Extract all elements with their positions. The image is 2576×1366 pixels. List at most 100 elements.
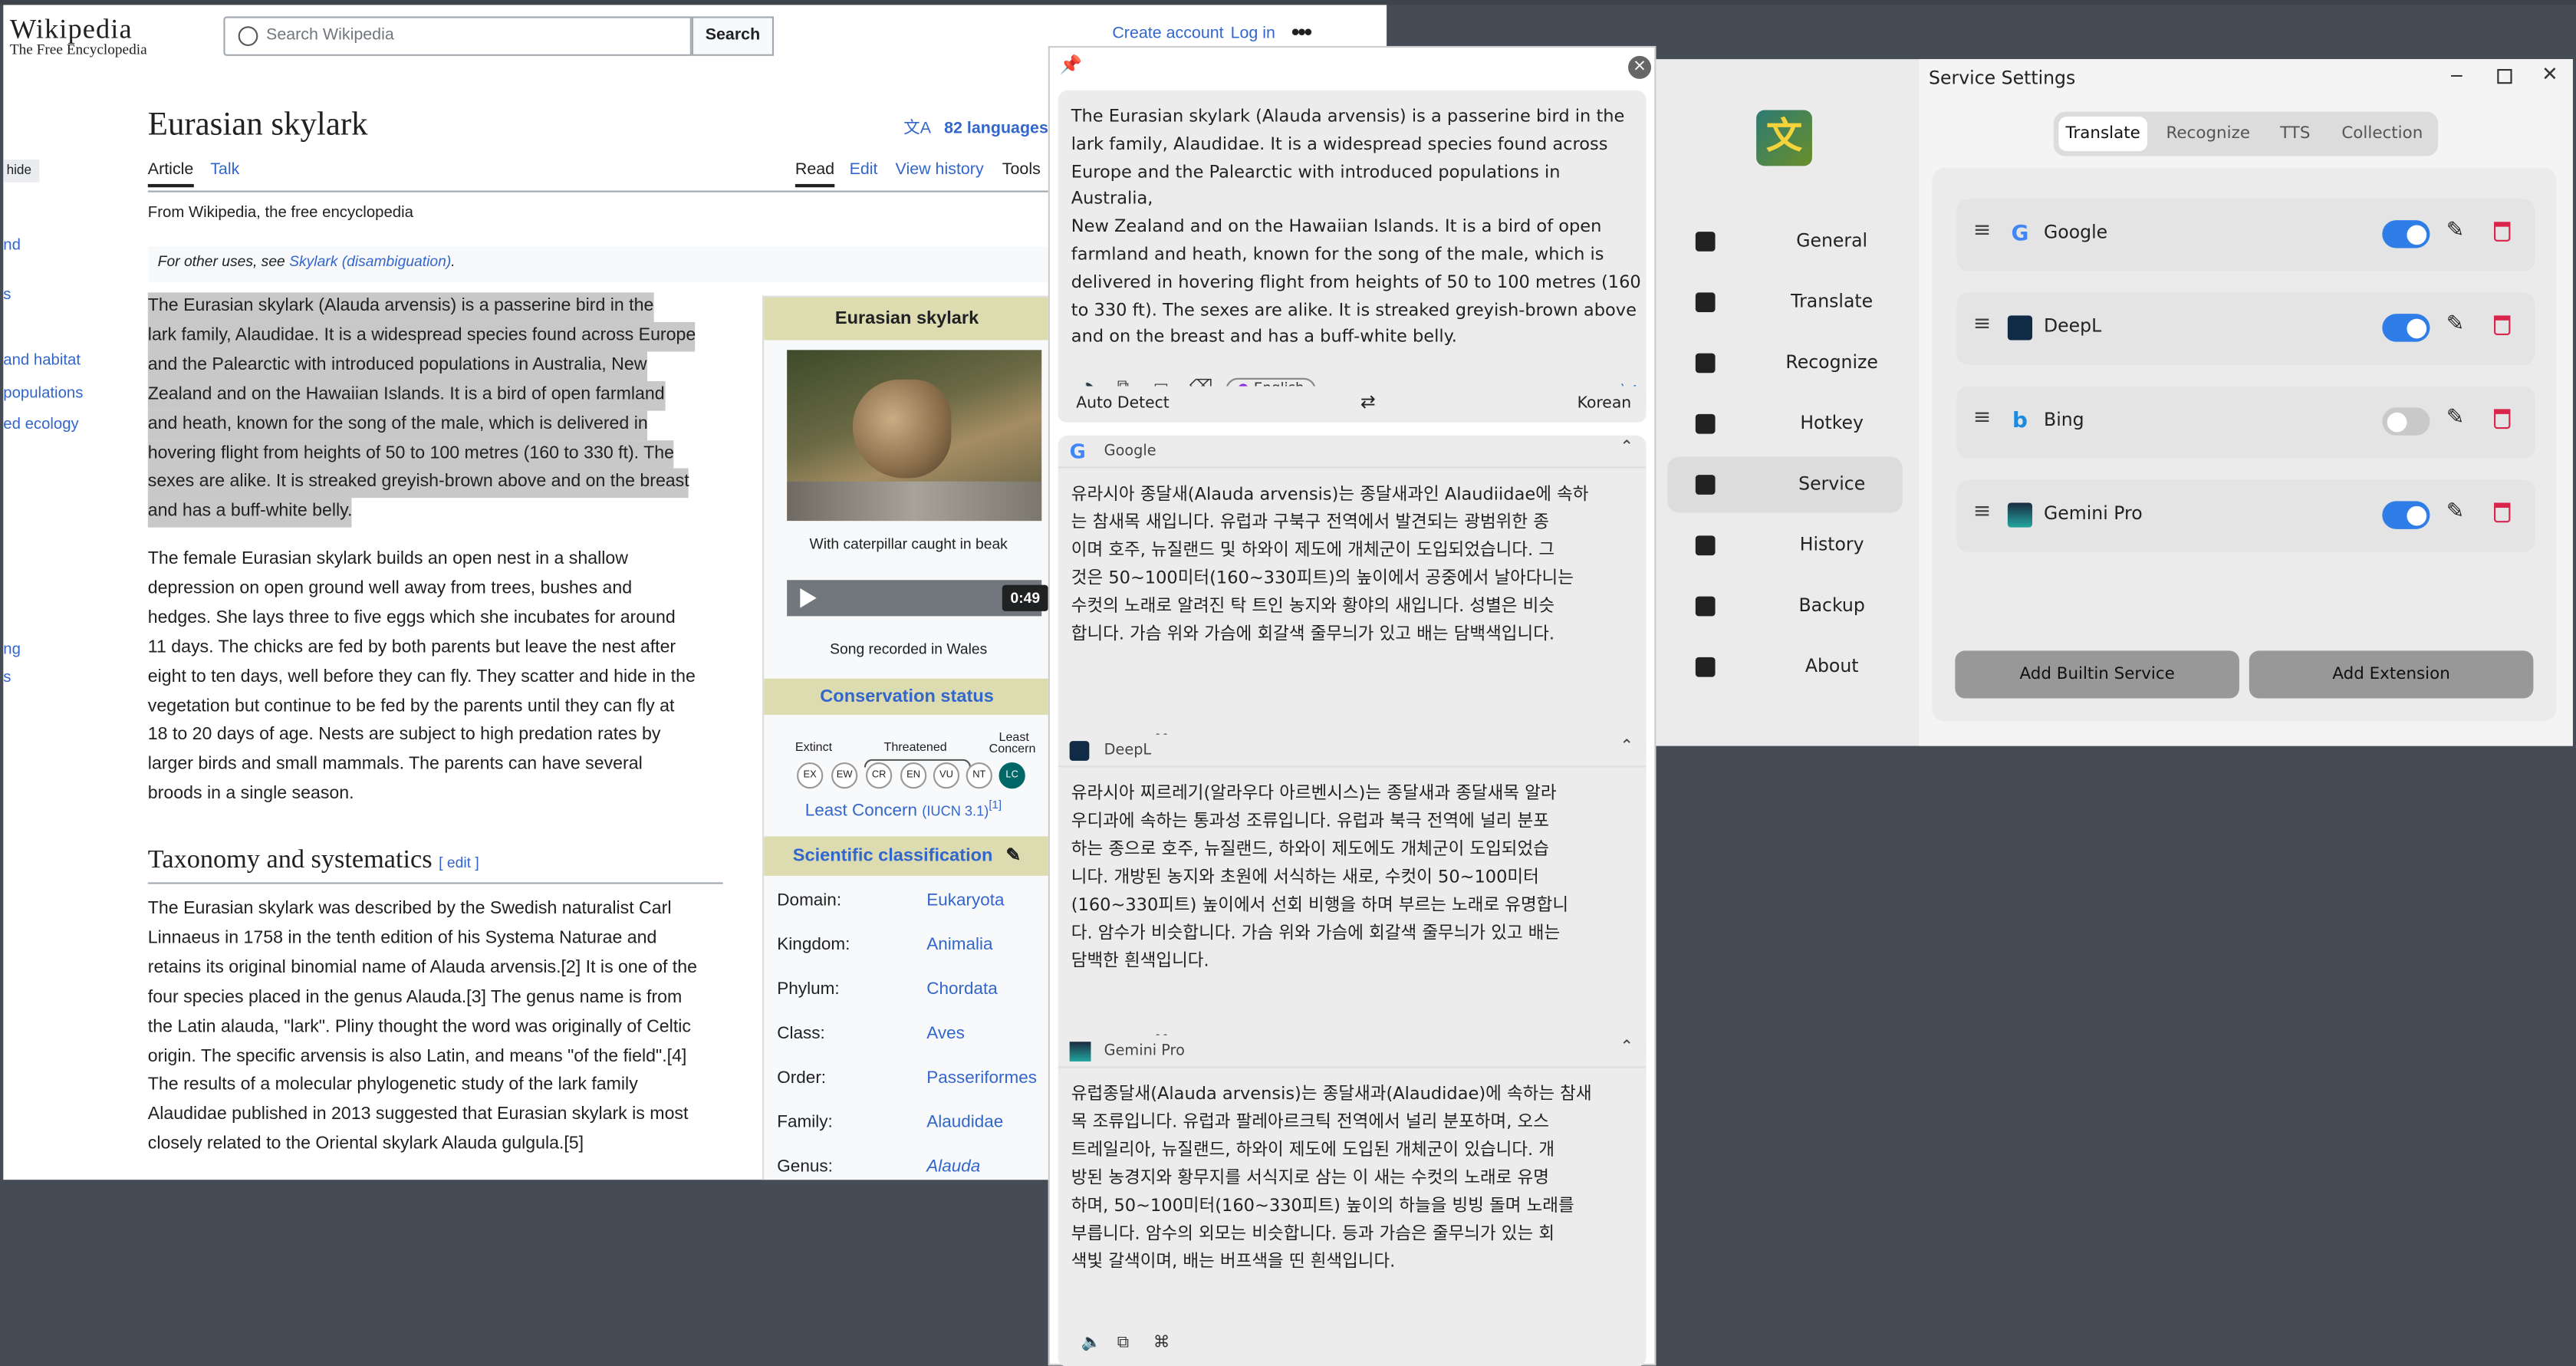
taxon-link[interactable]: Aves [926,1024,965,1044]
service-toggle[interactable] [2382,501,2430,529]
swap-icon[interactable]: ⇄ [1360,391,1376,413]
scientific-classification-header[interactable]: Scientific classification ✎ [764,836,1050,876]
sidebar-item-backup[interactable]: Backup [1667,578,1902,634]
target-language-select[interactable]: Korean [1578,394,1632,413]
status-nt[interactable]: NT [966,762,992,789]
tab-collection[interactable]: Collection [2333,117,2432,151]
service-toggle[interactable] [2382,407,2430,436]
taxon-link[interactable]: Chordata [926,979,998,999]
sidebar-item-translate[interactable]: Translate [1667,275,1902,331]
collapse-icon[interactable]: ⌃ [1620,738,1633,756]
delete-icon[interactable] [2494,222,2511,242]
status-text[interactable]: Least Concern (IUCN 3.1)[1] [805,800,1002,821]
tab-article[interactable]: Article [147,161,194,188]
edit-icon[interactable]: ✎ [2446,499,2464,524]
more-icon[interactable]: ••• [1291,18,1312,44]
collapse-icon[interactable]: ⌃ [1620,439,1633,457]
create-account-link[interactable]: Create account [1112,25,1223,43]
toc-item[interactable]: nd [3,236,21,255]
maximize-icon[interactable] [2497,68,2512,84]
paragraph-line: The results of a molecular phylogenetic … [147,1075,638,1095]
toc-item[interactable]: ed ecology [3,416,78,434]
collapse-icon[interactable]: ⌃ [1620,1038,1633,1057]
add-builtin-service-button[interactable]: Add Builtin Service [1955,650,2239,699]
toc-item[interactable]: populations [3,384,83,403]
drag-handle-icon[interactable]: ≡ [1973,219,1991,243]
delete-icon[interactable] [2494,315,2511,336]
tab-talk[interactable]: Talk [210,161,239,179]
toc-item[interactable]: s [3,286,11,304]
close-window-icon[interactable]: ✕ [2541,62,2558,85]
google-translation[interactable]: 유라시아 종달새(Alauda arvensis)는 종달새과인 Alaudii… [1071,482,1647,650]
insert-icon[interactable]: ⌘ [1153,1335,1170,1353]
paragraph-line: hovering flight from heights of 50 to 10… [147,439,674,469]
source-text[interactable]: The Eurasian skylark (Alauda arvensis) i… [1071,104,1643,352]
skylark-image[interactable] [787,350,1042,522]
disambiguation-link[interactable]: Skylark (disambiguation) [289,253,451,269]
taxon-link[interactable]: Animalia [926,935,992,955]
toc-item[interactable]: and habitat [3,351,81,370]
search-input[interactable]: Search Wikipedia [223,16,692,56]
status-ex[interactable]: EX [797,762,824,789]
toc-item[interactable]: ng [3,640,21,659]
sidebar-item-label: About [1805,655,1859,677]
tab-tts[interactable]: TTS [2264,117,2326,151]
status-vu[interactable]: VU [933,762,960,789]
status-cr[interactable]: CR [865,762,893,789]
tab-view-history[interactable]: View history [896,161,984,179]
drag-handle-icon[interactable]: ≡ [1973,406,1991,430]
tab-translate[interactable]: Translate [2058,117,2147,152]
sidebar-item-general[interactable]: General [1667,213,1902,269]
tab-read[interactable]: Read [795,161,835,188]
conservation-header[interactable]: Conservation status [764,678,1050,715]
login-link[interactable]: Log in [1231,25,1275,43]
play-icon[interactable] [800,588,817,608]
edit-icon[interactable]: ✎ [2446,406,2464,430]
taxon-link[interactable]: Passeriformes [926,1068,1037,1088]
delete-icon[interactable] [2494,409,2511,430]
sidebar-item-history[interactable]: History [1667,518,1902,574]
copy-icon[interactable]: ⧉ [1117,1335,1129,1353]
service-name: DeepL [2044,315,2102,337]
toc-item[interactable]: s [3,669,11,687]
edit-icon[interactable]: ✎ [2446,219,2464,243]
sidebar-item-recognize[interactable]: Recognize [1667,335,1902,391]
sidebar-item-about[interactable]: About [1667,639,1902,695]
languages-button[interactable]: 文A 82 languages [903,114,1048,138]
tab-edit[interactable]: Edit [850,161,878,179]
sidebar-item-hotkey[interactable]: Hotkey [1667,396,1902,452]
taxon-link[interactable]: Alauda [926,1157,980,1177]
pin-icon[interactable]: 📌 [1060,54,1082,76]
gemini-translation[interactable]: 유럽종달새(Alauda arvensis)는 종달새과(Alaudidae)에… [1071,1081,1647,1277]
service-toggle[interactable] [2382,220,2430,249]
section-edit-link[interactable]: [ edit ] [439,854,479,871]
pencil-icon[interactable]: ✎ [1006,846,1022,866]
audio-player[interactable]: 0:49 [787,580,1048,617]
add-extension-button[interactable]: Add Extension [2249,650,2534,699]
tab-tools[interactable]: Tools [1002,161,1041,179]
drag-handle-icon[interactable]: ≡ [1973,499,1991,524]
taxon-link[interactable]: Alaudidae [926,1112,1003,1132]
language-bar: Auto Detect ⇄ Korean [1058,386,1647,423]
minimize-icon[interactable]: ─ [2451,66,2462,87]
status-lc[interactable]: LC [998,762,1025,789]
hide-toc-button[interactable]: hide [3,159,40,183]
paragraph-line: The female Eurasian skylark builds an op… [147,548,628,569]
delete-icon[interactable] [2494,502,2511,523]
extinct-label: Extinct [795,739,833,755]
drag-handle-icon[interactable]: ≡ [1973,312,1991,337]
edit-icon[interactable]: ✎ [2446,312,2464,337]
status-ew[interactable]: EW [831,762,858,789]
status-en[interactable]: EN [900,762,927,789]
search-button[interactable]: Search [691,16,775,56]
speaker-icon[interactable]: 🔈 [1081,1335,1102,1353]
deepl-translation[interactable]: 유라시아 찌르레기(알라우다 아르벤시스)는 종달새과 종달새목 알라 우디과에 … [1071,781,1647,976]
translator-popup: 📌 × The Eurasian skylark (Alauda arvensi… [1048,45,1656,1366]
source-language-select[interactable]: Auto Detect [1076,394,1170,413]
taxon-link[interactable]: Eukaryota [926,890,1004,910]
service-toggle[interactable] [2382,314,2430,342]
close-icon[interactable]: × [1628,55,1652,79]
sidebar-item-service[interactable]: Service [1667,456,1903,513]
tab-recognize[interactable]: Recognize [2156,117,2261,151]
tab-divider [147,190,1048,193]
